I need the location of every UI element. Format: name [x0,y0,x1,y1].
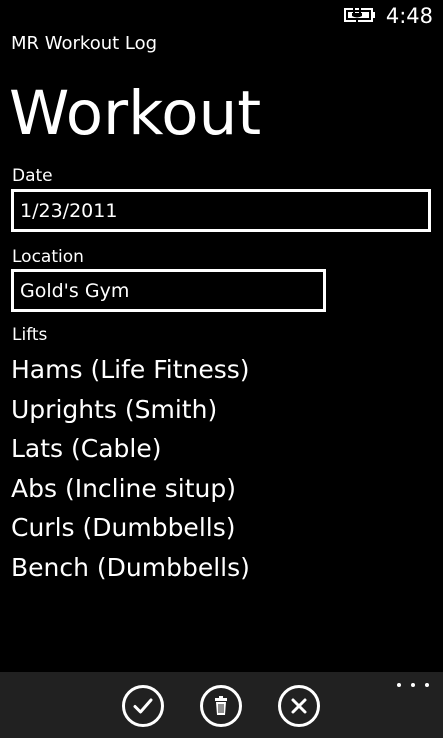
location-input[interactable] [11,269,326,312]
date-label: Date [12,166,53,186]
list-item[interactable]: Hams (Life Fitness) [11,350,250,390]
app-title: MR Workout Log [11,33,158,54]
status-bar: 4:48 [0,0,443,32]
cancel-button[interactable] [278,685,320,727]
list-item[interactable]: Bench (Dumbbells) [11,548,250,588]
lifts-label: Lifts [12,325,48,345]
location-label: Location [12,247,84,267]
battery-charging-icon [344,8,375,22]
page-title: Workout [9,78,262,149]
ellipsis-icon[interactable] [397,678,429,692]
list-item[interactable]: Lats (Cable) [11,429,250,469]
lifts-list: Hams (Life Fitness) Uprights (Smith) Lat… [11,350,250,587]
clock: 4:48 [385,4,433,28]
date-input[interactable] [11,189,431,232]
trash-icon [215,696,227,715]
check-icon [133,698,153,714]
save-button[interactable] [122,685,164,727]
app-bar [0,672,443,738]
list-item[interactable]: Abs (Incline situp) [11,469,250,509]
delete-button[interactable] [200,685,242,727]
close-icon [291,698,307,714]
list-item[interactable]: Uprights (Smith) [11,390,250,430]
list-item[interactable]: Curls (Dumbbells) [11,508,250,548]
